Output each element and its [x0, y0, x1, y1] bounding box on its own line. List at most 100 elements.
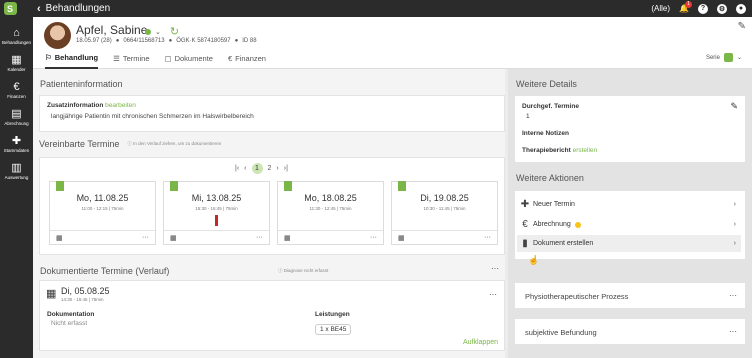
- tab-finanzen[interactable]: € Finanzen: [228, 53, 266, 69]
- durchgef-value: 1: [526, 113, 530, 120]
- collapsed-section[interactable]: Physiotherapeutischer Prozess ···: [514, 282, 746, 309]
- billing-action[interactable]: € Abrechnung ›: [517, 216, 741, 233]
- tab-label: Behandlung: [54, 53, 99, 62]
- sidebar-item-behandlungen[interactable]: ⌂ Behandlungen: [0, 22, 33, 49]
- diagnose-hint: ⓘ Diagnose nicht erfasst: [278, 268, 329, 273]
- edit-link[interactable]: bearbeiten: [105, 102, 136, 109]
- next-page-icon[interactable]: ›: [276, 165, 278, 172]
- back-button[interactable]: ‹ Behandlungen: [37, 3, 110, 15]
- home-icon: ⌂: [13, 26, 20, 39]
- section-title: Weitere Aktionen: [516, 173, 584, 183]
- sidebar-label: Stammdaten: [3, 147, 30, 153]
- more-icon[interactable]: ···: [142, 234, 149, 241]
- patient-meta: 18.05.97 (28) ● 0664/11568713 ● ÖGK·K 5874…: [76, 38, 257, 44]
- flag-icon: [170, 181, 178, 191]
- prev-page-icon[interactable]: ‹: [244, 165, 246, 172]
- calendar-icon[interactable]: ▦: [56, 234, 63, 242]
- tab-dokumente[interactable]: ▢ Dokumente: [165, 53, 213, 69]
- collapsed-section[interactable]: subjektive Befundung ···: [514, 318, 746, 345]
- sidebar-item-kalender[interactable]: ▦ Kalender: [0, 49, 33, 76]
- sidebar-item-stammdaten[interactable]: ✚ Stammdaten: [0, 130, 33, 157]
- edit-icon[interactable]: ✎: [738, 21, 746, 32]
- patient-header: Apfel, Sabine ⌄ ↻ 18.05.97 (28) ● 0664/11…: [33, 17, 752, 69]
- sidebar-label: Auswertung: [4, 174, 29, 180]
- zusatz-label: Zusatzinformation: [47, 102, 104, 109]
- calendar-icon[interactable]: ▦: [398, 234, 405, 242]
- refresh-icon[interactable]: ↻: [170, 25, 179, 38]
- tab-label: Dokumente: [174, 54, 213, 63]
- user-icon[interactable]: ●: [736, 3, 746, 14]
- appointment-time: 11:30 - 12:45 | 75min: [309, 206, 352, 211]
- chevron-down-icon: ⌄: [155, 28, 161, 36]
- puzzle-icon: ✚: [11, 134, 22, 147]
- create-document-action[interactable]: ▮ Dokument erstellen ›: [517, 235, 741, 252]
- patient-info-card: Zusatzinformation bearbeiten langjährige…: [39, 95, 505, 132]
- page-1[interactable]: 1: [251, 163, 263, 174]
- appointment-card[interactable]: Di, 19.08.25 10:30 - 11:45 | 75min ▦ ···: [391, 181, 498, 245]
- pagination: |‹ ‹ 1 2 › ›|: [235, 163, 288, 174]
- settings-icon[interactable]: ⚙: [717, 3, 727, 14]
- doc-value: Nicht erfasst: [51, 320, 88, 327]
- calendar-icon[interactable]: ▦: [284, 234, 291, 242]
- documented-date: Di, 05.08.25: [61, 286, 110, 296]
- appointment-card[interactable]: Mo, 11.08.25 11:00 - 12:15 | 75min ▦ ···: [49, 181, 156, 245]
- action-label: Dokument erstellen: [533, 240, 594, 247]
- calendar-icon[interactable]: ▦: [170, 234, 177, 242]
- section-title: Dokumentierte Termine (Verlauf): [40, 266, 170, 276]
- more-icon[interactable]: ···: [491, 264, 499, 273]
- first-page-icon[interactable]: |‹: [235, 165, 239, 172]
- sidebar-item-abrechnung[interactable]: ▤ Abrechnung: [0, 103, 33, 130]
- calendar-icon: ▦: [11, 53, 22, 66]
- therapie-create-link[interactable]: erstellen: [573, 147, 598, 154]
- more-icon[interactable]: ···: [256, 234, 263, 241]
- chevron-left-icon: ‹: [37, 2, 41, 15]
- app-logo[interactable]: S: [0, 0, 20, 17]
- new-appointment-action[interactable]: ✚ Neuer Termin ›: [517, 196, 741, 213]
- location-filter[interactable]: (Alle): [651, 4, 670, 13]
- documented-time: 14:30 - 15:45 | 75min: [61, 297, 104, 302]
- last-page-icon[interactable]: ›|: [284, 165, 288, 172]
- help-icon[interactable]: ?: [698, 3, 708, 14]
- chevron-down-icon: ⌄: [736, 55, 742, 61]
- edit-icon[interactable]: ✎: [730, 101, 738, 112]
- notizen-label: Interne Notizen: [522, 130, 569, 137]
- tab-label: Finanzen: [235, 54, 266, 63]
- euro-icon: €: [13, 80, 20, 93]
- plus-icon: ✚: [520, 199, 530, 210]
- collapsed-section-title: Physiotherapeutischer Prozess: [525, 292, 629, 301]
- sidebar-item-auswertung[interactable]: ▥ Auswertung: [0, 157, 33, 184]
- appointment-card[interactable]: Mo, 18.08.25 11:30 - 12:45 | 75min ▦ ···: [277, 181, 384, 245]
- flag-icon: [398, 181, 406, 191]
- tab-termine[interactable]: ☰ Termine: [113, 53, 149, 69]
- hint-text: In den Verlauf ziehen, um zu dokumentier…: [133, 141, 222, 146]
- status-dot-icon: [145, 28, 151, 35]
- more-icon[interactable]: ···: [729, 291, 737, 300]
- sidebar-label: Abrechnung: [4, 120, 29, 126]
- expand-link[interactable]: Aufklappen: [463, 339, 498, 346]
- sidebar-item-finanzen[interactable]: € Finanzen: [0, 76, 33, 103]
- appointment-card[interactable]: Mi, 13.08.25 15:30 - 16:45 | 75min ▦ ···: [163, 181, 270, 245]
- more-icon[interactable]: ···: [729, 327, 737, 336]
- details-card: Durchgef. Termine ✎ 1 Interne Notizen Th…: [514, 95, 746, 163]
- leistungen-label: Leistungen: [315, 311, 350, 318]
- page-2[interactable]: 2: [268, 165, 272, 172]
- action-label: Abrechnung: [533, 221, 571, 228]
- document-icon: ▤: [11, 107, 22, 120]
- serie-selector[interactable]: Serie ⌄: [706, 53, 742, 62]
- tab-behandlung[interactable]: ⚐ Behandlung: [45, 53, 99, 69]
- hand-cursor-icon: ☝: [528, 255, 540, 265]
- bell-icon[interactable]: 🔔 1: [679, 1, 693, 13]
- section-title: Vereinbarte Termine: [39, 139, 120, 149]
- document-icon: ▮: [522, 238, 528, 249]
- appointment-time: 15:30 - 16:45 | 75min: [195, 206, 238, 211]
- status-dropdown[interactable]: ⌄ ↻: [145, 25, 179, 38]
- more-icon[interactable]: ···: [484, 234, 491, 241]
- page-title: Behandlungen: [45, 3, 111, 14]
- more-icon[interactable]: ···: [489, 290, 497, 299]
- euro-icon: €: [227, 54, 233, 63]
- serie-flag-icon: [723, 53, 733, 62]
- collapsed-section-title: subjektive Befundung: [525, 328, 597, 337]
- birth-date: 18.05.97 (28): [76, 38, 112, 44]
- appointment-date: Mo, 18.08.25: [304, 193, 357, 203]
- more-icon[interactable]: ···: [370, 234, 377, 241]
